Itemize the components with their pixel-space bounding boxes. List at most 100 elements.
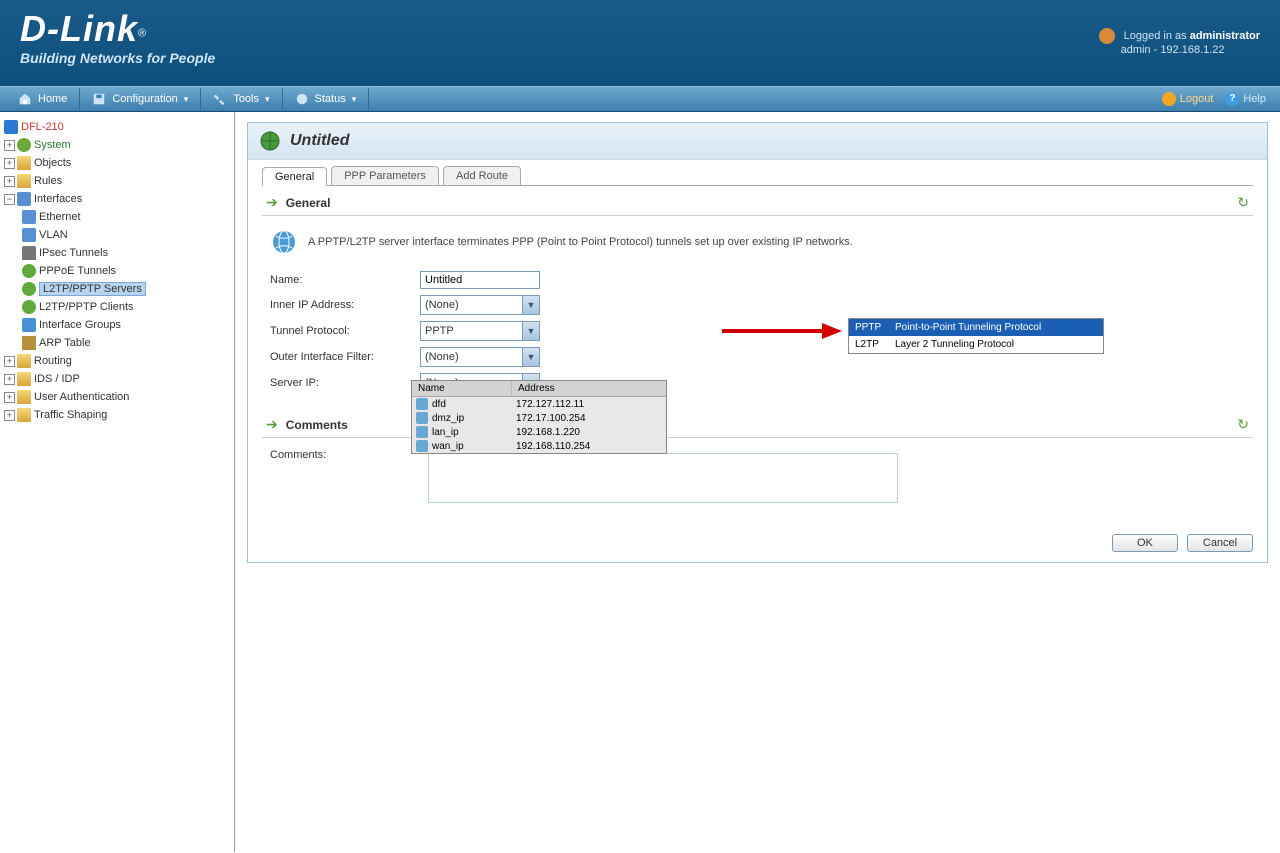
user-icon <box>1099 28 1115 44</box>
ok-button[interactable]: OK <box>1112 534 1178 552</box>
chevron-right-icon: ➔ <box>266 194 278 211</box>
tree-expander[interactable]: + <box>4 158 15 169</box>
label-comments: Comments: <box>270 449 420 461</box>
brand-logo: D-Link® Building Networks for People <box>20 8 215 66</box>
chevron-down-icon: ▾ <box>184 94 189 105</box>
l2tp-servers-icon <box>22 282 36 296</box>
tree-expander[interactable]: − <box>4 194 15 205</box>
tree-expander[interactable]: + <box>4 374 15 385</box>
tab-ppp-parameters[interactable]: PPP Parameters <box>331 166 439 185</box>
tree-expander[interactable]: + <box>4 392 15 403</box>
tree-ethernet[interactable]: Ethernet <box>39 211 81 223</box>
column-header-address: Address <box>512 381 561 396</box>
tab-add-route[interactable]: Add Route <box>443 166 521 185</box>
help-link[interactable]: ?Help <box>1225 92 1266 106</box>
lock-icon <box>22 246 36 260</box>
chevron-down-icon: ▾ <box>352 94 357 105</box>
tree-system[interactable]: System <box>34 139 71 151</box>
groups-icon <box>22 318 36 332</box>
tab-bar: General PPP Parameters Add Route <box>248 160 1267 185</box>
menu-tools[interactable]: Tools▾ <box>201 88 282 110</box>
comments-textarea[interactable] <box>428 453 898 503</box>
menubar: Home Configuration▾ Tools▾ Status▾ Logou… <box>0 86 1280 112</box>
server-ip-option[interactable]: dmz_ip172.17.100.254 <box>412 411 666 425</box>
logout-link[interactable]: Logout <box>1162 92 1214 106</box>
folder-icon <box>17 156 31 170</box>
folder-icon <box>17 408 31 422</box>
page-header: Untitled <box>248 123 1267 160</box>
tree-ids[interactable]: IDS / IDP <box>34 373 80 385</box>
menu-status[interactable]: Status▾ <box>283 88 370 110</box>
refresh-icon[interactable]: ↻ <box>1237 194 1249 211</box>
tree-objects[interactable]: Objects <box>34 157 71 169</box>
arp-icon <box>22 336 36 350</box>
tree-interfaces[interactable]: Interfaces <box>34 193 82 205</box>
tools-icon <box>213 92 227 106</box>
logout-icon <box>1162 92 1176 106</box>
user-info: Logged in as administrator admin - 192.1… <box>1099 28 1260 56</box>
tree-routing[interactable]: Routing <box>34 355 72 367</box>
tree-expander[interactable]: + <box>4 356 15 367</box>
label-name: Name: <box>270 274 420 286</box>
server-ip-option[interactable]: wan_ip192.168.110.254 <box>412 439 666 453</box>
tree-root[interactable]: DFL-210 <box>21 121 64 133</box>
tree-traffic-shaping[interactable]: Traffic Shaping <box>34 409 107 421</box>
vlan-icon <box>22 228 36 242</box>
tree-l2tp-servers[interactable]: L2TP/PPTP Servers <box>39 282 146 296</box>
interfaces-icon <box>17 192 31 206</box>
folder-icon <box>17 372 31 386</box>
chevron-down-icon: ▾ <box>265 94 270 105</box>
l2tp-clients-icon <box>22 300 36 314</box>
folder-icon <box>17 174 31 188</box>
tab-general[interactable]: General <box>262 167 327 186</box>
pppoe-icon <box>22 264 36 278</box>
globe-icon <box>270 228 298 256</box>
help-icon: ? <box>1225 92 1239 106</box>
column-header-name: Name <box>412 381 512 396</box>
header-banner: D-Link® Building Networks for People Log… <box>0 0 1280 86</box>
server-ip-option[interactable]: dfd172.127.112.11 <box>412 397 666 411</box>
label-server-ip: Server IP: <box>270 377 420 389</box>
tunnel-protocol-select[interactable]: PPTP ▼ <box>420 321 540 341</box>
outer-filter-select[interactable]: (None) ▼ <box>420 347 540 367</box>
menu-configuration[interactable]: Configuration▾ <box>80 88 201 110</box>
chevron-right-icon: ➔ <box>266 416 278 433</box>
tree-arp-table[interactable]: ARP Table <box>39 337 91 349</box>
save-icon <box>92 92 106 106</box>
chevron-down-icon: ▼ <box>522 296 539 314</box>
gear-icon <box>17 138 31 152</box>
tree-expander[interactable]: + <box>4 176 15 187</box>
sidebar-tree: DFL-210 + System + Objects + Rules − Interfa… <box>0 112 235 852</box>
page-title: Untitled <box>290 132 350 150</box>
server-ip-dropdown: Name Address dfd172.127.112.11 dmz_ip172… <box>411 380 667 454</box>
ip-icon <box>416 426 428 438</box>
ethernet-icon <box>22 210 36 224</box>
inner-ip-select[interactable]: (None) ▼ <box>420 295 540 315</box>
chevron-down-icon: ▼ <box>522 322 539 340</box>
name-input[interactable] <box>420 271 540 289</box>
device-icon <box>4 120 18 134</box>
menu-home[interactable]: Home <box>6 88 80 110</box>
description-text: A PPTP/L2TP server interface terminates … <box>308 236 853 248</box>
tree-pppoe[interactable]: PPPoE Tunnels <box>39 265 116 277</box>
annotation-arrow-icon <box>722 321 842 341</box>
label-tunnel-protocol: Tunnel Protocol: <box>270 325 420 337</box>
tree-l2tp-clients[interactable]: L2TP/PPTP Clients <box>39 301 134 313</box>
protocol-option-pptp[interactable]: PPTP Point-to-Point Tunneling Protocol <box>849 319 1103 336</box>
ip-icon <box>416 412 428 424</box>
tree-vlan[interactable]: VLAN <box>39 229 68 241</box>
tree-ipsec[interactable]: IPsec Tunnels <box>39 247 108 259</box>
cancel-button[interactable]: Cancel <box>1187 534 1253 552</box>
section-general-header: ➔ General ↻ <box>262 186 1253 216</box>
tree-expander[interactable]: + <box>4 410 15 421</box>
tree-user-auth[interactable]: User Authentication <box>34 391 129 403</box>
server-ip-option[interactable]: lan_ip192.168.1.220 <box>412 425 666 439</box>
label-outer-filter: Outer Interface Filter: <box>270 351 420 363</box>
tree-expander[interactable]: + <box>4 140 15 151</box>
ip-icon <box>416 398 428 410</box>
tree-rules[interactable]: Rules <box>34 175 62 187</box>
refresh-icon[interactable]: ↻ <box>1237 416 1249 433</box>
globe-wizard-icon <box>258 129 282 153</box>
folder-icon <box>17 354 31 368</box>
tree-interface-groups[interactable]: Interface Groups <box>39 319 121 331</box>
